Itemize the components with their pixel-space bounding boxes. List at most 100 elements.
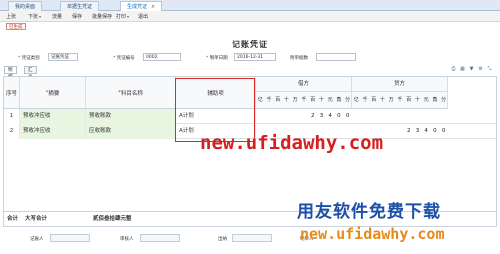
voucher-no-field[interactable]: 0002 — [143, 53, 181, 61]
amount-digit: 0 — [337, 113, 341, 119]
tab-label: 我的桌面 — [15, 4, 36, 10]
settings-icon[interactable]: ⚙ — [477, 66, 484, 73]
toolbar: 上张 下张▾ 流量 保存 批量保存 打印▾ 退出 — [0, 11, 500, 22]
attachments-field[interactable] — [316, 53, 356, 61]
amount-digit — [422, 109, 431, 124]
amount-digit: 2 — [310, 113, 315, 119]
digit-header: 十 — [284, 97, 290, 103]
digit-header: 十 — [380, 97, 386, 103]
digit-header: 百 — [275, 97, 281, 103]
col-debit: 借方 亿千百十万千百十元角分 — [256, 77, 352, 109]
batch-save-button[interactable]: 批量保存 — [92, 13, 112, 20]
digit-header: 角 — [432, 97, 438, 103]
row-seq: 2 — [4, 124, 20, 139]
digit-header: 万 — [388, 97, 394, 103]
col-account: * 科目名称 — [86, 77, 176, 109]
amount-digit — [439, 109, 448, 124]
digit-header: 千 — [266, 97, 272, 103]
batch-save-label: 批量保存 — [92, 14, 113, 20]
row-credit-amount[interactable] — [352, 109, 448, 124]
row-summary[interactable]: 预收冲应收 — [20, 109, 86, 124]
digit-header: 百 — [406, 97, 412, 103]
date-field[interactable]: 2016-12-31 — [234, 53, 276, 61]
print-label: 打印 — [116, 14, 127, 20]
digit-header: 元 — [423, 97, 429, 103]
row-debit-amount[interactable]: 23400 — [256, 109, 352, 124]
amount-digit — [378, 109, 387, 124]
digit-header: 十 — [318, 97, 324, 103]
amount-digit: 3 — [319, 113, 324, 119]
save-button[interactable]: 保存 — [72, 13, 82, 20]
row-account[interactable]: 应收账款 — [86, 124, 176, 139]
amount-digit — [361, 109, 370, 124]
digit-header: 百 — [310, 97, 316, 103]
digit-header: 分 — [441, 97, 447, 103]
amount-digit: 0 — [433, 128, 437, 134]
cashier-label: 出纳 — [218, 237, 227, 242]
digit-header: 千 — [362, 97, 368, 103]
prev-label: 上张 — [6, 14, 17, 20]
amount-digit — [387, 124, 396, 139]
amount-digit — [404, 109, 413, 124]
col-seq: 序号 — [4, 77, 20, 109]
expand-icon[interactable]: ⤡ — [486, 66, 493, 73]
digit-header: 千 — [301, 97, 307, 103]
save-label: 保存 — [72, 14, 83, 20]
amount-digit — [352, 109, 361, 124]
flow-label: 流量 — [52, 14, 63, 20]
chevron-down-icon: ▾ — [39, 14, 42, 19]
close-icon[interactable]: × — [151, 4, 155, 10]
digit-header: 亿 — [257, 97, 263, 103]
status-stamp: 已生成 — [6, 23, 26, 30]
next-button[interactable]: 下张▾ — [28, 13, 41, 20]
cashier-field[interactable] — [232, 234, 272, 242]
prev-button[interactable]: 上张 — [6, 13, 16, 20]
row-summary[interactable]: 预收冲应收 — [20, 124, 86, 139]
amount-digit — [369, 109, 378, 124]
page-title: 记账凭证 — [232, 40, 268, 49]
voucher-type-label: * 凭证类别 — [18, 56, 40, 61]
grid-tools: ⎙ ▦ ▼ ⚙ ⤡ — [450, 66, 496, 74]
print-button[interactable]: 打印▾ — [116, 13, 129, 20]
tab-document-voucher[interactable]: 单据生凭证 — [60, 1, 100, 11]
tab-bar: 我的桌面 单据生凭证 生成凭证 × — [0, 0, 500, 11]
bookkeeper-field[interactable] — [50, 234, 90, 242]
tab-summary[interactable]: 汇总 — [24, 66, 37, 80]
voucher-type-field[interactable]: 记账凭证 — [48, 53, 78, 61]
chevron-down-icon: ▾ — [127, 14, 130, 19]
date-label: * 制单日期 — [206, 56, 228, 61]
reviewer-label: 审核人 — [120, 237, 134, 242]
tab-my-desktop[interactable]: 我的桌面 — [8, 1, 43, 11]
voucher-no-label: * 凭证编号 — [113, 56, 135, 61]
row-seq: 1 — [4, 109, 20, 124]
totals-upper-value: 贰佰叁拾肆元整 — [93, 216, 132, 222]
amount-digit: 4 — [424, 128, 428, 134]
amount-digit: 0 — [345, 113, 350, 119]
amount-digit — [282, 109, 291, 124]
credit-title: 贷方 — [352, 77, 447, 92]
row-account[interactable]: 预收账款 — [86, 109, 176, 124]
amount-digit: 3 — [415, 128, 420, 134]
debit-title: 借方 — [256, 77, 351, 92]
amount-digit — [413, 109, 422, 124]
amount-digit — [300, 109, 309, 124]
print-icon[interactable]: ⎙ — [450, 66, 457, 73]
amount-digit — [396, 109, 405, 124]
amount-digit: 0 — [441, 128, 446, 134]
filter-icon[interactable]: ▼ — [468, 66, 475, 73]
amount-digit — [256, 109, 265, 124]
exit-button[interactable]: 退出 — [138, 13, 148, 20]
bookkeeper-label: 记账人 — [30, 237, 44, 242]
tab-detail[interactable]: 明细 — [4, 66, 17, 80]
amount-digit — [265, 109, 274, 124]
amount-digit: 4 — [328, 113, 332, 119]
flow-button[interactable]: 流量 — [52, 13, 62, 20]
reviewer-field[interactable] — [140, 234, 180, 242]
tab-label: 生成凭证 — [127, 4, 148, 10]
tab-generate-voucher[interactable]: 生成凭证 × — [120, 1, 163, 11]
chart-icon[interactable]: ▦ — [459, 66, 466, 73]
tab-label: 单据生凭证 — [67, 4, 93, 10]
digit-header: 百 — [371, 97, 377, 103]
brand-watermark-url: new.ufidawhy.com — [300, 225, 445, 243]
totals-upper-label: 大写合计 — [25, 216, 48, 222]
